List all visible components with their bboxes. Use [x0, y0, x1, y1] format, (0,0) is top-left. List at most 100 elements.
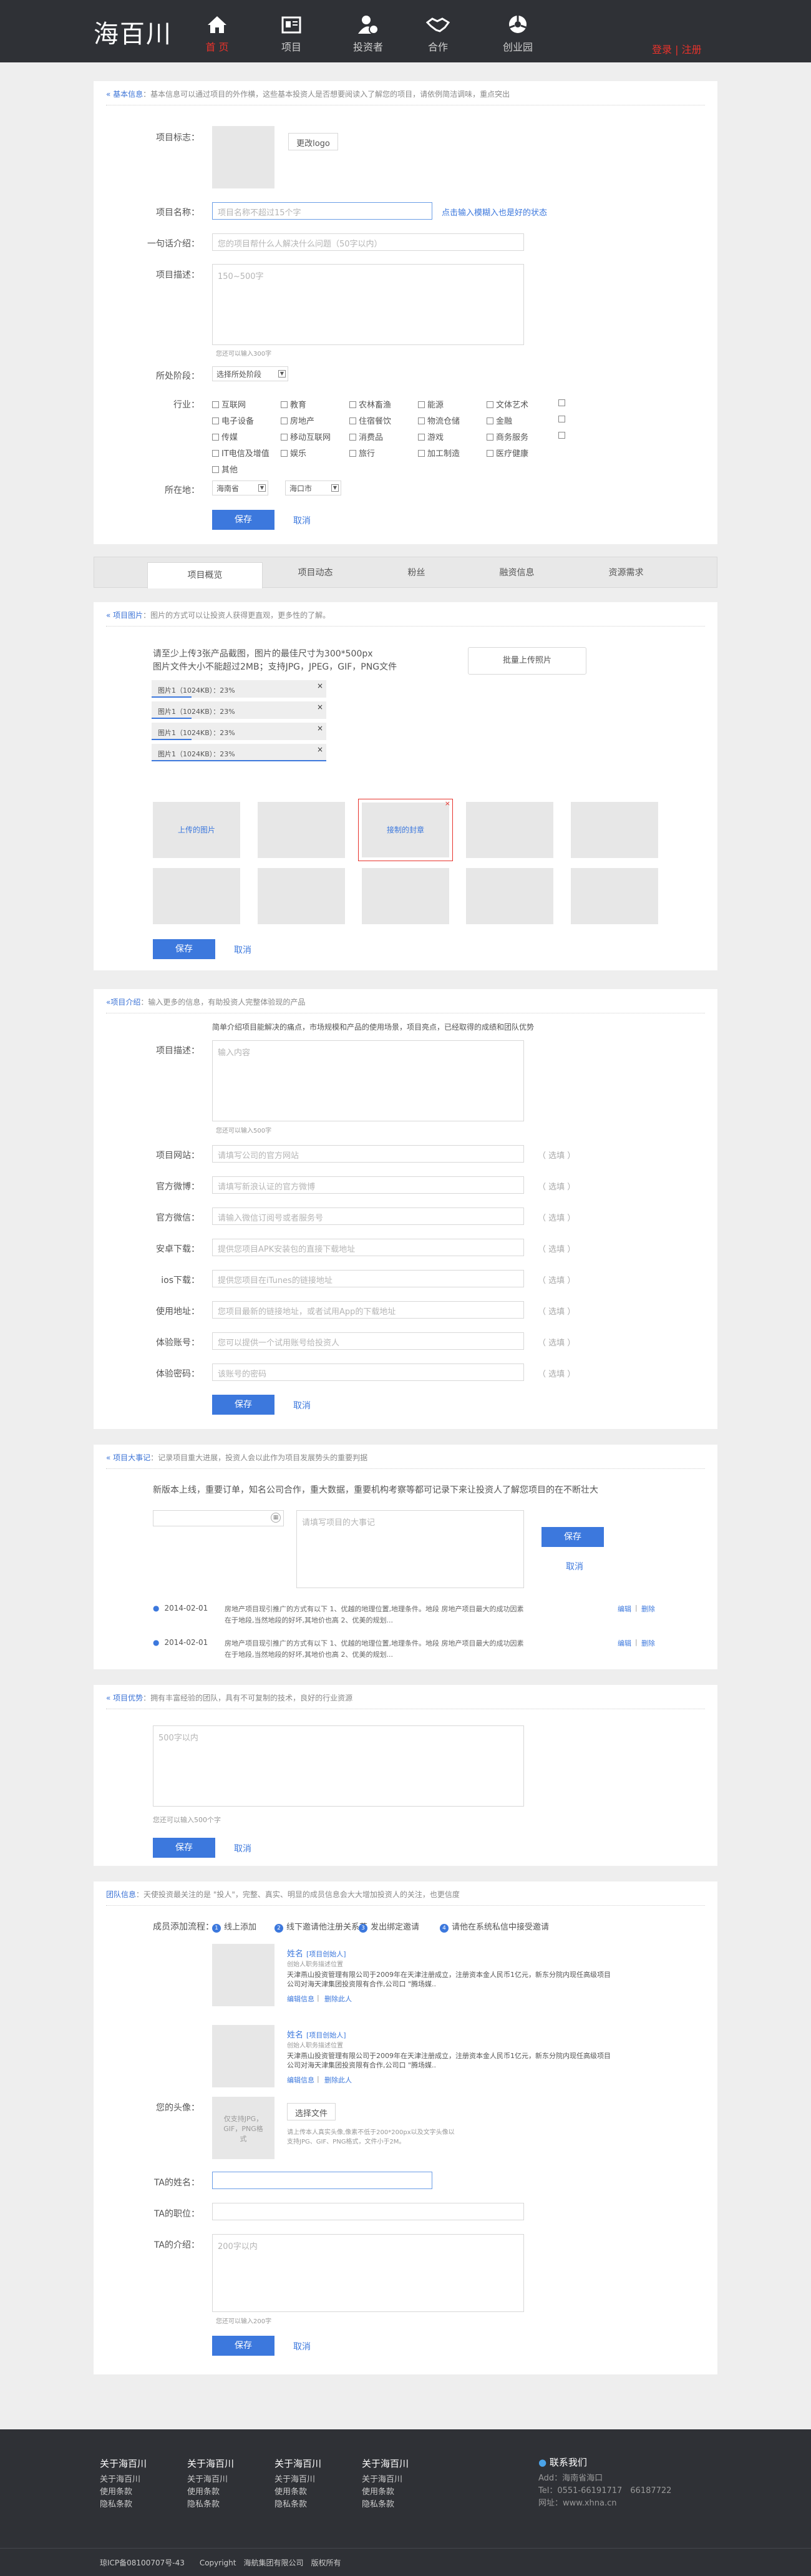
basic-save-button[interactable]: 保存	[212, 510, 274, 530]
tab-financing[interactable]: 融资信息	[459, 557, 575, 588]
milestone-edit-link[interactable]: 编辑	[618, 1604, 631, 1614]
advantage-save-button[interactable]: 保存	[153, 1838, 215, 1858]
industry-checkbox[interactable]: 住宿餐饮	[349, 414, 391, 426]
login-register-link[interactable]: 登录 | 注册	[652, 41, 702, 56]
checkbox[interactable]	[558, 432, 565, 439]
ta-title-input[interactable]	[212, 2203, 524, 2220]
project-cancel-link[interactable]: 取消	[293, 1399, 311, 1412]
checkbox[interactable]	[349, 434, 356, 441]
image-slot[interactable]	[258, 868, 345, 924]
footer-link[interactable]: 使用条款	[362, 2486, 409, 2499]
milestone-delete-link[interactable]: 删除	[641, 1638, 655, 1648]
industry-checkbox[interactable]: 传媒	[212, 431, 238, 442]
milestone-cancel-link[interactable]: 取消	[566, 1560, 583, 1573]
project-name-input[interactable]: 项目名称不超过15个字	[212, 202, 432, 220]
stage-select[interactable]: 选择所处阶段 ▼	[212, 366, 288, 381]
milestone-textarea[interactable]: 请填写项目的大事记	[296, 1510, 524, 1588]
change-logo-button[interactable]: 更改logo	[288, 133, 338, 150]
checkbox[interactable]	[212, 401, 219, 408]
nav-investor[interactable]: 投资者	[346, 12, 390, 54]
checkbox[interactable]	[558, 416, 565, 422]
field-input[interactable]: 提供您项目APK安装包的直接下载地址	[212, 1239, 524, 1256]
checkbox[interactable]	[349, 401, 356, 408]
industry-checkbox[interactable]: 移动互联网	[281, 431, 331, 442]
image-slot[interactable]	[258, 802, 345, 858]
image-slot[interactable]	[571, 868, 658, 924]
batch-upload-button[interactable]: 批量上传照片	[468, 647, 586, 675]
uploaded-image-thumb[interactable]: 上传的图片	[153, 802, 240, 858]
footer-link[interactable]: 使用条款	[187, 2486, 234, 2499]
close-icon[interactable]: ×	[317, 745, 323, 754]
checkbox[interactable]	[558, 399, 565, 406]
industry-checkbox[interactable]: 教育	[281, 398, 306, 410]
footer-link[interactable]: 隐私条款	[187, 2499, 234, 2511]
checkbox[interactable]	[418, 401, 425, 408]
industry-checkbox[interactable]: 农林畜渔	[349, 398, 391, 410]
name-help-link[interactable]: 点击输入模糊入也是好的状态	[442, 206, 547, 218]
checkbox[interactable]	[487, 417, 493, 424]
close-icon[interactable]: ×	[317, 703, 323, 711]
member-delete-link[interactable]: 删除此人	[324, 2075, 352, 2085]
team-cancel-link[interactable]: 取消	[293, 2340, 311, 2353]
checkbox[interactable]	[487, 434, 493, 441]
image-slot[interactable]	[466, 868, 553, 924]
team-save-button[interactable]: 保存	[212, 2336, 274, 2356]
checkbox[interactable]	[212, 450, 219, 457]
selected-cover-frame[interactable]: 接制的封章 ×	[358, 799, 453, 861]
field-input[interactable]: 请填写公司的官方网站	[212, 1145, 524, 1163]
milestone-save-button[interactable]: 保存	[541, 1527, 604, 1547]
advantage-textarea[interactable]: 500字以内	[153, 1725, 524, 1807]
tab-overview[interactable]: 项目概览	[147, 562, 263, 588]
checkbox[interactable]	[418, 417, 425, 424]
footer-link[interactable]: 隐私条款	[100, 2499, 147, 2511]
milestone-delete-link[interactable]: 删除	[641, 1604, 655, 1614]
industry-checkbox[interactable]: 游戏	[418, 431, 444, 442]
tab-fans[interactable]: 粉丝	[359, 557, 474, 588]
province-select[interactable]: 海南省 ▼	[212, 481, 268, 495]
nav-incubator[interactable]: 创业园	[496, 12, 540, 54]
footer-link[interactable]: 使用条款	[100, 2486, 147, 2499]
city-select[interactable]: 海口市 ▼	[285, 481, 341, 495]
tab-resources[interactable]: 资源需求	[568, 557, 684, 588]
field-input[interactable]: 请输入微信订阅号或者服务号	[212, 1208, 524, 1225]
project-desc-textarea[interactable]: 输入内容	[212, 1040, 524, 1121]
industry-checkbox[interactable]: 房地产	[281, 414, 314, 426]
checkbox[interactable]	[487, 450, 493, 457]
nav-home[interactable]: 首 页	[195, 12, 239, 54]
footer-link[interactable]: 隐私条款	[274, 2499, 321, 2511]
footer-link[interactable]: 关于海百川	[100, 2474, 147, 2486]
tab-news[interactable]: 项目动态	[258, 557, 373, 588]
industry-checkbox[interactable]: 电子设备	[212, 414, 254, 426]
project-save-button[interactable]: 保存	[212, 1395, 274, 1415]
nav-cooperate[interactable]: 合作	[416, 12, 460, 54]
ta-name-input[interactable]	[212, 2172, 432, 2189]
field-input[interactable]: 提供您项目在iTunes的链接地址	[212, 1270, 524, 1287]
footer-link[interactable]: 关于海百川	[187, 2474, 234, 2486]
footer-link[interactable]: 使用条款	[274, 2486, 321, 2499]
calendar-icon[interactable]: ▦	[271, 1513, 281, 1523]
checkbox[interactable]	[281, 401, 288, 408]
checkbox[interactable]	[487, 401, 493, 408]
close-icon[interactable]: ×	[445, 799, 450, 807]
choose-file-button[interactable]: 选择文件	[287, 2103, 336, 2120]
basic-cancel-link[interactable]: 取消	[293, 514, 311, 527]
checkbox[interactable]	[418, 434, 425, 441]
industry-checkbox[interactable]: 加工制造	[418, 447, 460, 459]
image-slot[interactable]	[153, 868, 240, 924]
checkbox[interactable]	[349, 417, 356, 424]
member-delete-link[interactable]: 删除此人	[324, 1994, 352, 2004]
field-input[interactable]: 该账号的密码	[212, 1364, 524, 1381]
checkbox[interactable]	[418, 450, 425, 457]
milestone-date-input[interactable]: ▦	[153, 1510, 284, 1526]
checkbox[interactable]	[212, 466, 219, 473]
industry-checkbox[interactable]: 医疗健康	[487, 447, 528, 459]
field-input[interactable]: 您项目最新的链接地址，或者试用App的下载地址	[212, 1301, 524, 1319]
image-slot[interactable]	[571, 802, 658, 858]
industry-checkbox[interactable]: 金融	[487, 414, 512, 426]
checkbox[interactable]	[349, 450, 356, 457]
industry-checkbox[interactable]: 商务服务	[487, 431, 528, 442]
nav-project[interactable]: 项目	[270, 12, 313, 54]
checkbox[interactable]	[281, 434, 288, 441]
industry-checkbox[interactable]: 旅行	[349, 447, 375, 459]
industry-checkbox[interactable]: 物流仓储	[418, 414, 460, 426]
